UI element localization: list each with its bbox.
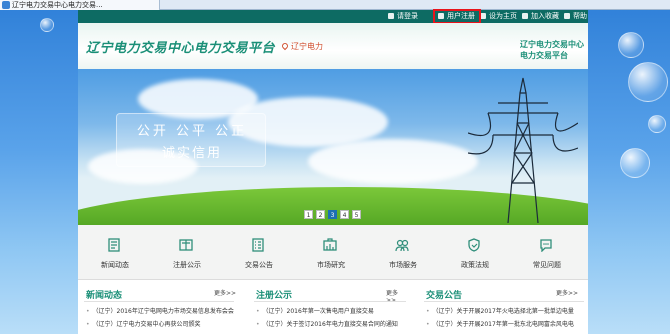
bubble-decoration <box>618 32 644 58</box>
nav-announcement[interactable]: 交易公告 <box>224 225 294 280</box>
bubble-decoration <box>648 115 666 133</box>
list-item[interactable]: （辽宁）关于签订2016年电力直接交易合同的通知 <box>256 319 408 328</box>
nav-faq[interactable]: 常见问题 <box>512 225 582 280</box>
power-tower-image <box>468 77 578 223</box>
site-header: 辽宁电力交易中心电力交易平台 辽宁电力 辽宁电力交易中心 电力交易平台 <box>78 23 588 69</box>
nav-policy-label: 政策法规 <box>461 261 489 269</box>
registration-icon <box>179 239 193 251</box>
column-announcement-more-link[interactable]: 更多>> <box>556 288 578 297</box>
top-utility-bar: 请登录 用户注册 设为主页 加入收藏 帮助 <box>78 10 588 23</box>
nav-announcement-label: 交易公告 <box>245 261 273 269</box>
list-item[interactable]: （辽宁）关于开展2017年火电选择北第一批单边电量 <box>426 306 586 315</box>
column-registration: 注册公示 更多>> （辽宁）2016年第一次售电用户直接交易 （辽宁）关于签订2… <box>248 280 408 334</box>
cloud-decoration <box>308 139 478 184</box>
browser-tab-title: 辽宁电力交易中心电力交易... <box>12 1 103 9</box>
favorite-label: 加入收藏 <box>531 12 559 20</box>
bubble-decoration <box>628 62 668 102</box>
column-news-title: 新闻动态 <box>86 291 123 301</box>
region-label: 辽宁电力 <box>291 42 323 51</box>
list-item[interactable]: （辽宁）2016年第一次售电用户直接交易 <box>256 306 408 315</box>
news-columns: 新闻动态 更多>> （辽宁）2016年辽宁电网电力市场交易信息发布会会 （辽宁）… <box>78 280 588 334</box>
nav-policy[interactable]: 政策法规 <box>440 225 510 280</box>
list-item[interactable]: （辽宁）关于开展2017年第一批东北电网富余风电电 <box>426 319 586 328</box>
login-label: 请登录 <box>397 12 418 20</box>
list-item[interactable]: （辽宁）2016年辽宁电网电力市场交易信息发布会会 <box>86 306 236 315</box>
slogan-box: 公开 公平 公正 诚实信用 <box>116 113 266 167</box>
nav-registration[interactable]: 注册公示 <box>152 225 222 280</box>
news-icon <box>108 238 120 252</box>
service-icon <box>395 239 409 252</box>
column-announcement-title: 交易公告 <box>426 291 463 301</box>
nav-registration-label: 注册公示 <box>173 261 201 269</box>
hero-banner[interactable]: 公开 公平 公正 诚实信用 12345 <box>78 69 588 225</box>
browser-tab[interactable]: 辽宁电力交易中心电力交易... <box>0 0 160 10</box>
banner-page-5[interactable]: 5 <box>352 210 361 219</box>
banner-page-3[interactable]: 3 <box>328 210 337 219</box>
nav-research-label: 市场研究 <box>317 261 345 269</box>
set-home-link[interactable]: 设为主页 <box>480 10 517 23</box>
login-link[interactable]: 请登录 <box>388 10 418 23</box>
nav-service-label: 市场服务 <box>389 261 417 269</box>
help-label: 帮助 <box>573 12 587 20</box>
column-news-more-link[interactable]: 更多>> <box>214 288 236 297</box>
region-selector[interactable]: 辽宁电力 <box>280 41 323 52</box>
column-announcement: 交易公告 更多>> （辽宁）关于开展2017年火电选择北第一批单边电量 （辽宁）… <box>418 280 588 334</box>
nav-news[interactable]: 新闻动态 <box>80 225 150 280</box>
faq-icon <box>540 239 552 252</box>
nav-faq-label: 常见问题 <box>533 261 561 269</box>
banner-pager: 12345 <box>304 210 364 220</box>
banner-page-2[interactable]: 2 <box>316 210 325 219</box>
research-icon <box>323 238 337 251</box>
banner-page-1[interactable]: 1 <box>304 210 313 219</box>
banner-page-4[interactable]: 4 <box>340 210 349 219</box>
icon-navigation: 新闻动态 注册公示 交易公告 市场研究 市场服务 政策法规 常见问题 <box>78 225 588 280</box>
location-pin-icon <box>280 41 290 51</box>
browser-tab-bar: 辽宁电力交易中心电力交易... <box>0 0 670 10</box>
site-favicon-icon <box>2 1 10 9</box>
list-item[interactable]: （辽宁）辽宁电力交易中心再获公司颁奖 <box>86 319 236 328</box>
column-registration-title: 注册公示 <box>256 291 293 301</box>
nav-service[interactable]: 市场服务 <box>368 225 438 280</box>
right-title-line2: 电力交易平台 <box>520 51 568 60</box>
column-news: 新闻动态 更多>> （辽宁）2016年辽宁电网电力市场交易信息发布会会 （辽宁）… <box>78 280 238 334</box>
set-home-label: 设为主页 <box>489 12 517 20</box>
register-highlight-box <box>433 9 481 24</box>
star-icon <box>522 13 528 19</box>
nav-news-label: 新闻动态 <box>101 261 129 269</box>
bubble-decoration <box>40 18 54 32</box>
user-icon <box>388 13 394 19</box>
right-title-line1: 辽宁电力交易中心 <box>520 40 584 49</box>
favorite-link[interactable]: 加入收藏 <box>522 10 559 23</box>
column-divider <box>424 301 584 302</box>
slogan-line1: 公开 公平 公正 <box>136 124 248 139</box>
slogan-line2: 诚实信用 <box>161 146 222 161</box>
site-title[interactable]: 辽宁电力交易中心电力交易平台 <box>86 37 275 56</box>
bubble-decoration <box>620 148 650 178</box>
help-link[interactable]: 帮助 <box>564 10 587 23</box>
header-right-title: 辽宁电力交易中心 电力交易平台 <box>520 39 586 61</box>
policy-icon <box>468 238 480 252</box>
column-divider <box>84 301 234 302</box>
help-icon <box>564 13 570 19</box>
column-divider <box>254 301 406 302</box>
announcement-icon <box>252 238 264 252</box>
nav-research[interactable]: 市场研究 <box>296 225 366 280</box>
